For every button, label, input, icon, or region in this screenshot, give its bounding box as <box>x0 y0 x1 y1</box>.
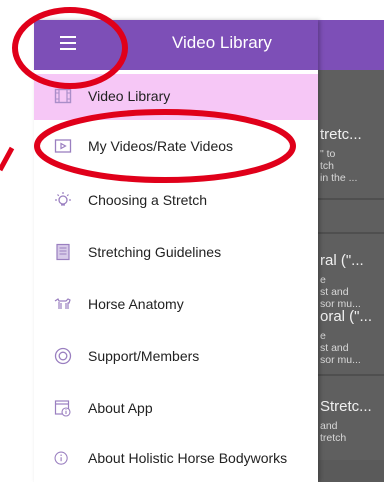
annotation-arrow <box>0 146 15 172</box>
video-card-title: ral ("... <box>320 252 364 269</box>
video-card-title: Stretc... <box>320 398 372 415</box>
video-card-text: and <box>320 420 338 432</box>
video-card-text: e <box>320 274 326 286</box>
drawer-item-my-videos[interactable]: My Videos/Rate Videos <box>34 124 318 170</box>
drawer-item-label: Horse Anatomy <box>88 296 184 312</box>
drawer-item-about-holistic[interactable]: About Holistic Horse Bodyworks <box>34 436 318 482</box>
screen: tretc... " to tch in the ... ral ("... e… <box>0 0 384 482</box>
play-box-icon <box>54 139 72 153</box>
info-icon <box>54 451 68 465</box>
lifebuoy-icon <box>54 347 72 365</box>
drawer-item-label: Video Library <box>88 88 171 104</box>
film-icon <box>54 88 72 104</box>
hamburger-icon[interactable] <box>60 36 76 50</box>
page-title: Video Library <box>172 33 272 52</box>
lightbulb-icon <box>55 192 71 206</box>
drawer-item-label: Support/Members <box>88 348 200 364</box>
video-card-text: e <box>320 330 326 342</box>
drawer-item-horse-anatomy[interactable]: Horse Anatomy <box>34 282 318 328</box>
video-card-4[interactable]: Stretc... and tretch <box>318 398 384 458</box>
video-card-text: sor mu... <box>320 354 361 366</box>
drawer-item-video-library[interactable]: Video Library <box>34 74 318 120</box>
divider <box>318 374 384 376</box>
divider <box>318 198 384 200</box>
video-card-text: in the ... <box>320 172 358 184</box>
drawer-item-label: Choosing a Stretch <box>88 192 208 208</box>
app-bar-background <box>318 20 384 70</box>
drawer-item-choosing-stretch[interactable]: Choosing a Stretch <box>34 178 318 224</box>
video-card-title: tretc... <box>320 126 362 143</box>
horse-icon <box>54 298 71 309</box>
document-icon <box>56 243 70 261</box>
drawer-item-label: My Videos/Rate Videos <box>88 138 234 154</box>
drawer-item-label: About App <box>88 400 153 416</box>
list-footer <box>318 460 384 482</box>
video-card-3[interactable]: oral ("... e st and sor mu... <box>318 308 384 378</box>
video-card-text: st and <box>320 342 349 354</box>
video-card-text: tch <box>320 160 335 172</box>
video-list-background: tretc... " to tch in the ... ral ("... e… <box>318 70 384 460</box>
divider <box>318 232 384 234</box>
video-card-text: tretch <box>320 432 347 444</box>
video-card-text: st and <box>320 286 349 298</box>
drawer-item-stretching-guidelines[interactable]: Stretching Guidelines <box>34 230 318 276</box>
drawer-item-label: Stretching Guidelines <box>88 244 222 260</box>
drawer-item-label: About Holistic Horse Bodyworks <box>88 450 288 466</box>
drawer-item-support-members[interactable]: Support/Members <box>34 334 318 380</box>
video-card-text: " to <box>320 148 336 160</box>
drawer-item-about-app[interactable]: About App <box>34 386 318 432</box>
video-card-title: oral ("... <box>320 308 373 325</box>
video-card-1[interactable]: tretc... " to tch in the ... <box>318 126 384 196</box>
calendar-info-icon <box>54 400 71 417</box>
